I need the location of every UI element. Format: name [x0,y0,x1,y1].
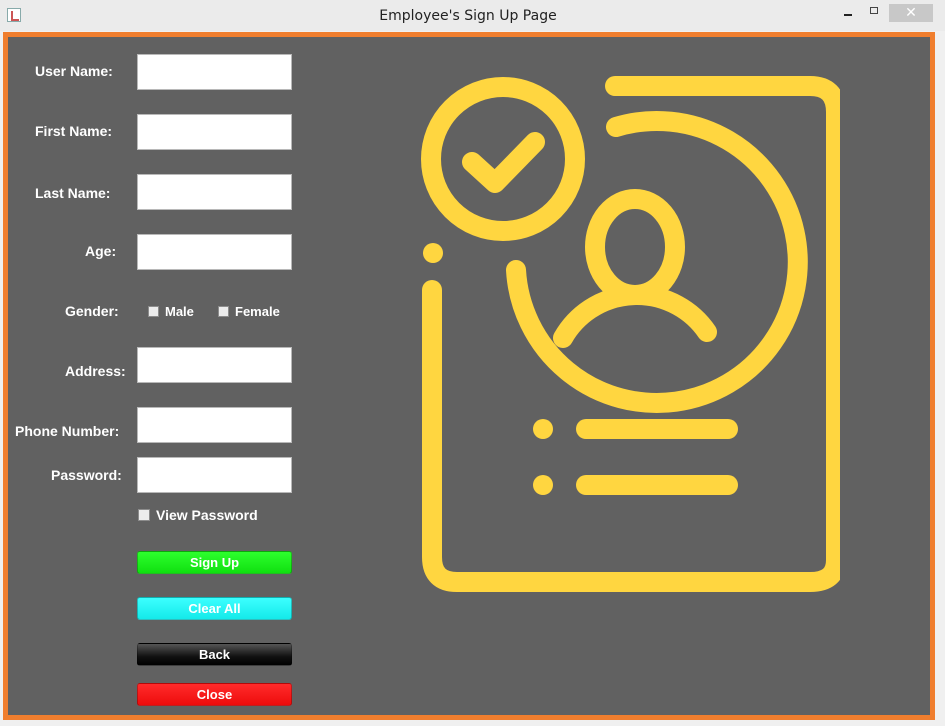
male-checkbox[interactable]: Male [148,304,194,319]
female-label: Female [235,304,280,319]
window-title: Employee's Sign Up Page [379,8,557,24]
title-bar: Employee's Sign Up Page ✕ [0,0,945,31]
view-password-box[interactable] [138,509,150,521]
user-profile-illustration [421,76,840,592]
clear-all-button[interactable]: Clear All [137,597,292,620]
phone-label: Phone Number: [15,423,120,439]
male-checkbox-box[interactable] [148,306,159,317]
password-label: Password: [51,467,122,483]
age-input[interactable] [137,234,292,270]
address-label: Address: [65,363,126,379]
back-button[interactable]: Back [137,643,292,666]
view-password-checkbox[interactable]: View Password [138,507,258,523]
close-button[interactable]: Close [137,683,292,706]
view-password-label: View Password [156,507,258,523]
female-checkbox-box[interactable] [218,306,229,317]
lastname-label: Last Name: [35,185,111,201]
username-input[interactable] [137,54,292,90]
firstname-input[interactable] [137,114,292,150]
phone-input[interactable] [137,407,292,443]
sign-up-button[interactable]: Sign Up [137,551,292,574]
maximize-button[interactable] [863,4,885,22]
minimize-button[interactable] [836,4,860,22]
firstname-label: First Name: [35,123,113,139]
female-checkbox[interactable]: Female [218,304,280,319]
lastname-input[interactable] [137,174,292,210]
address-input[interactable] [137,347,292,383]
close-window-button[interactable]: ✕ [889,4,933,22]
password-input[interactable] [137,457,292,493]
male-label: Male [165,304,194,319]
username-label: User Name: [35,63,113,79]
gender-label: Gender: [65,303,119,319]
age-label: Age: [85,243,117,259]
